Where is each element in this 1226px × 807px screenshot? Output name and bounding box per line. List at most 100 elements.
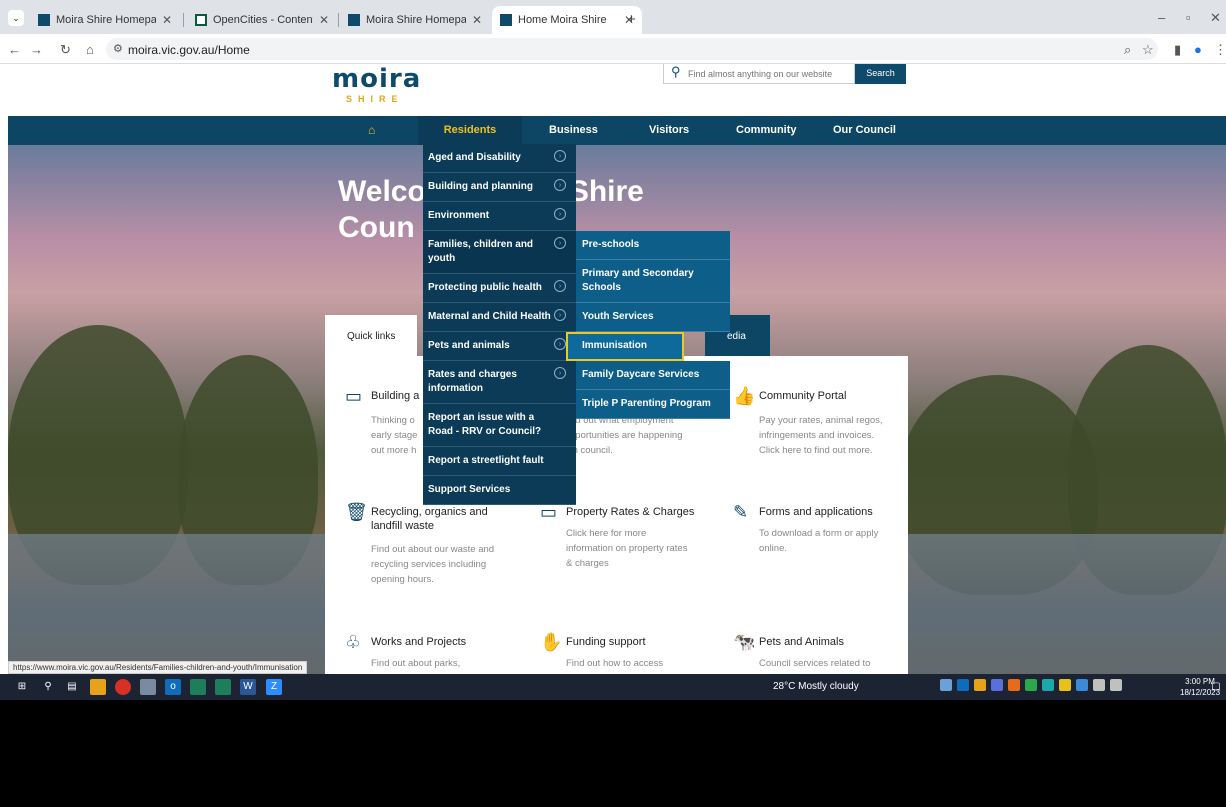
site-search: ⚲ Search [663,64,906,84]
submenu-family-daycare[interactable]: Family Daycare Services [576,361,730,390]
chrome-icon[interactable] [115,679,131,695]
web-page: moira SHIRE ⚲ Search ⌂ Residents Busines… [0,64,1226,674]
tray-icon[interactable] [1076,679,1088,691]
quick-links-tab[interactable]: Quick links [325,315,417,356]
reload-icon[interactable]: ↻ [60,42,71,58]
chevron-right-icon: › [554,237,566,249]
submenu-youth-services[interactable]: Youth Services [576,303,730,332]
funding-hand-icon: ✋ [540,632,563,652]
file-explorer-icon[interactable] [90,679,106,695]
search-input[interactable] [663,64,855,84]
bin-icon: 🗑 [345,502,368,522]
nav-visitors[interactable]: Visitors [649,116,689,145]
browser-tab-bar: ⌄ Moira Shire Homepage ✕ OpenCities - Co… [0,0,1226,34]
rates-icon: ▭ [540,502,558,522]
browser-tab[interactable]: Moira Shire Homepage ✕ [30,6,180,34]
search-icon[interactable]: ⚲ [40,679,56,695]
browser-tab[interactable]: OpenCities - Content Managem ✕ [187,6,337,34]
nav-community[interactable]: Community [736,116,797,145]
menu-rates-charges[interactable]: Rates and charges information › [423,361,576,404]
menu-aged-disability[interactable]: Aged and Disability › [423,144,576,173]
windows-taskbar: ⊞ ⚲ ▤ o W Z 28°C Mostly cloudy 3:00 PM 1… [0,674,1226,700]
tree-icon: ♧ [345,632,362,652]
bookmark-star-icon[interactable]: ☆ [1142,42,1154,58]
thumbs-up-icon: 👍 [733,386,756,406]
minimize-icon[interactable]: – [1158,10,1165,25]
volume-icon[interactable] [1110,679,1122,691]
status-bar-url: https://www.moira.vic.gov.au/Residents/F… [8,661,308,674]
menu-building-planning[interactable]: Building and planning › [423,173,576,202]
forward-icon[interactable]: → [30,42,43,57]
outlook-icon[interactable]: o [165,679,181,695]
browser-tab-active[interactable]: Home Moira Shire ✕ [492,6,642,34]
zoom-icon[interactable]: ⌕ [1124,42,1131,58]
nav-home-icon[interactable]: ⌂ [368,116,375,145]
submenu-triple-p-parenting[interactable]: Triple P Parenting Program [576,390,730,419]
profile-icon[interactable]: ● [1194,42,1202,57]
home-icon[interactable]: ⌂ [86,42,94,57]
tray-icon[interactable] [991,679,1003,691]
task-view-icon[interactable]: ▤ [64,679,80,695]
menu-report-streetlight[interactable]: Report a streetlight fault [423,447,576,476]
app-icon[interactable] [140,679,156,695]
url-text[interactable]: moira.vic.gov.au/Home [128,43,250,57]
restore-icon[interactable]: ▫ [1186,10,1191,25]
chevron-right-icon: › [554,208,566,220]
windows-start-icon[interactable]: ⊞ [14,679,30,695]
chevron-right-icon: › [554,280,566,292]
back-icon[interactable]: ← [8,42,21,57]
chevron-right-icon: › [554,150,566,162]
close-window-icon[interactable]: ✕ [1210,10,1221,26]
url-field[interactable] [106,38,1158,60]
menu-pets-animals[interactable]: Pets and animals › [423,332,576,361]
nav-residents[interactable]: Residents [418,116,522,145]
submenu-immunisation[interactable]: Immunisation [566,332,684,361]
menu-support-services[interactable]: Support Services [423,476,576,505]
tray-icon[interactable] [974,679,986,691]
opencities-favicon-icon [195,14,207,26]
close-tab-icon[interactable]: ✕ [319,13,329,27]
new-tab-button[interactable]: + [627,11,636,28]
app-icon[interactable] [190,679,206,695]
menu-families-children-youth[interactable]: Families, children and youth › [423,231,576,274]
menu-environment[interactable]: Environment › [423,202,576,231]
tray-icon[interactable] [957,679,969,691]
app-icon[interactable] [215,679,231,695]
tray-icon[interactable] [1008,679,1020,691]
word-icon[interactable]: W [240,679,256,695]
close-tab-icon[interactable]: ✕ [162,13,172,27]
menu-dots-icon[interactable]: ⋮ [1214,42,1226,58]
tray-icon[interactable] [1025,679,1037,691]
browser-tab[interactable]: Moira Shire Homepage ✕ [340,6,490,34]
chevron-right-icon: › [554,309,566,321]
moira-favicon-icon [348,14,360,26]
menu-report-road-issue[interactable]: Report an issue with a Road - RRV or Cou… [423,404,576,447]
chevron-right-icon: › [554,179,566,191]
submenu-primary-secondary-schools[interactable]: Primary and Secondary Schools [576,260,730,303]
moira-favicon-icon [500,14,512,26]
notifications-icon[interactable]: ▢ [1208,679,1224,695]
building-icon: ▭ [345,386,363,406]
weather-widget[interactable]: 28°C Mostly cloudy [773,681,859,692]
menu-protecting-public-health[interactable]: Protecting public health › [423,274,576,303]
site-info-icon[interactable]: ⚙ [113,42,123,55]
tray-icon[interactable] [940,679,952,691]
tray-icon[interactable] [1059,679,1071,691]
tab-search-button[interactable]: ⌄ [8,10,24,26]
tray-icon[interactable] [1042,679,1054,691]
menu-maternal-child-health[interactable]: Maternal and Child Health › [423,303,576,332]
wifi-icon[interactable] [1093,679,1105,691]
zoom-app-icon[interactable]: Z [266,679,282,695]
search-button[interactable]: Search [855,64,906,84]
residents-dropdown: Aged and Disability › Building and planni… [423,144,576,505]
side-panel-icon[interactable]: ▮ [1174,42,1181,58]
moira-shire-logo[interactable]: moira SHIRE [332,64,421,104]
chevron-right-icon: › [554,338,566,350]
nav-our-council[interactable]: Our Council [833,116,896,145]
nav-business[interactable]: Business [549,116,598,145]
system-tray [940,679,1122,695]
close-tab-icon[interactable]: ✕ [472,13,482,27]
submenu-pre-schools[interactable]: Pre-schools [576,231,730,260]
chevron-right-icon: › [554,367,566,379]
main-navigation: ⌂ Residents Business Visitors Community … [8,116,1226,145]
